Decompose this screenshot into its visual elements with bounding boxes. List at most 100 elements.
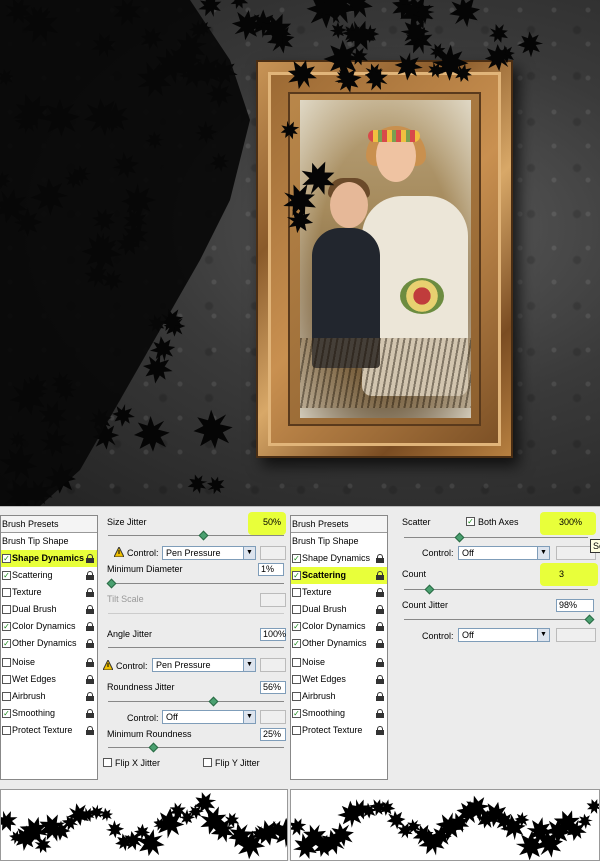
- lock-icon[interactable]: [376, 622, 384, 631]
- checkbox[interactable]: ✓: [2, 571, 11, 580]
- checkbox[interactable]: [2, 658, 11, 667]
- lock-icon[interactable]: [86, 622, 94, 631]
- brush-option-shape-dynamics[interactable]: ✓ Shape Dynamics: [1, 550, 97, 567]
- lock-icon[interactable]: [376, 639, 384, 648]
- flip-x-checkbox[interactable]: [103, 758, 112, 767]
- brush-option-wet-edges[interactable]: Wet Edges: [1, 671, 97, 688]
- brush-tip-shape-item[interactable]: Brush Tip Shape: [291, 533, 387, 550]
- lock-icon[interactable]: [376, 709, 384, 718]
- checkbox[interactable]: ✓: [2, 622, 11, 631]
- brush-presets-item[interactable]: Brush Presets: [291, 516, 387, 533]
- checkbox[interactable]: ✓: [2, 639, 11, 648]
- brush-option-dual-brush[interactable]: Dual Brush: [291, 601, 387, 618]
- checkbox[interactable]: ✓: [292, 571, 301, 580]
- brush-option-dual-brush[interactable]: Dual Brush: [1, 601, 97, 618]
- checkbox[interactable]: ✓: [2, 709, 11, 718]
- both-axes-checkbox[interactable]: ✓: [466, 517, 475, 526]
- lock-icon[interactable]: [376, 605, 384, 614]
- min-diameter-value[interactable]: 1%: [258, 563, 284, 576]
- lock-icon[interactable]: [376, 675, 384, 684]
- lock-icon[interactable]: [376, 692, 384, 701]
- count-value[interactable]: 3: [556, 568, 594, 581]
- scatter-slider[interactable]: [404, 537, 588, 538]
- checkbox[interactable]: [292, 588, 301, 597]
- brush-option-airbrush[interactable]: Airbrush: [291, 688, 387, 705]
- brush-option-airbrush[interactable]: Airbrush: [1, 688, 97, 705]
- slider-thumb[interactable]: [198, 530, 209, 541]
- lock-icon[interactable]: [86, 571, 94, 580]
- lock-icon[interactable]: [86, 605, 94, 614]
- checkbox[interactable]: [292, 675, 301, 684]
- control-select-2[interactable]: Pen Pressure ▼: [152, 658, 256, 672]
- brush-option-texture[interactable]: Texture: [291, 584, 387, 601]
- slider-thumb[interactable]: [424, 584, 435, 595]
- brush-option-wet-edges[interactable]: Wet Edges: [291, 671, 387, 688]
- control-select-2[interactable]: Off ▼: [458, 628, 550, 642]
- angle-jitter-slider[interactable]: [108, 647, 284, 648]
- count-jitter-value[interactable]: 98%: [556, 599, 594, 612]
- brush-option-scattering[interactable]: ✓ Scattering: [1, 567, 97, 584]
- brush-option-other-dynamics[interactable]: ✓ Other Dynamics: [291, 635, 387, 652]
- slider-thumb[interactable]: [106, 578, 117, 589]
- control-select-1[interactable]: Off ▼: [458, 546, 550, 560]
- lock-icon[interactable]: [376, 554, 384, 563]
- count-jitter-slider[interactable]: [404, 619, 588, 620]
- min-diameter-slider[interactable]: [108, 583, 284, 584]
- checkbox[interactable]: [292, 726, 301, 735]
- brush-option-smoothing[interactable]: ✓ Smoothing: [291, 705, 387, 722]
- slider-thumb[interactable]: [584, 614, 595, 625]
- brush-option-protect-texture[interactable]: Protect Texture: [1, 722, 97, 739]
- brush-presets-item[interactable]: Brush Presets: [1, 516, 97, 533]
- checkbox[interactable]: [2, 726, 11, 735]
- brush-tip-shape-item[interactable]: Brush Tip Shape: [1, 533, 97, 550]
- brush-option-noise[interactable]: Noise: [291, 654, 387, 671]
- brush-option-texture[interactable]: Texture: [1, 584, 97, 601]
- lock-icon[interactable]: [86, 588, 94, 597]
- lock-icon[interactable]: [376, 726, 384, 735]
- brush-option-shape-dynamics[interactable]: ✓ Shape Dynamics: [291, 550, 387, 567]
- checkbox[interactable]: ✓: [292, 709, 301, 718]
- lock-icon[interactable]: [86, 658, 94, 667]
- checkbox[interactable]: ✓: [292, 639, 301, 648]
- size-jitter-value[interactable]: 50%: [260, 516, 286, 529]
- checkbox[interactable]: [2, 675, 11, 684]
- slider-thumb[interactable]: [454, 532, 465, 543]
- scatter-value[interactable]: 300%: [556, 516, 592, 529]
- min-roundness-slider[interactable]: [108, 747, 284, 748]
- control-select-1[interactable]: Pen Pressure ▼: [162, 546, 256, 560]
- roundness-jitter-value[interactable]: 56%: [260, 681, 286, 694]
- angle-jitter-value[interactable]: 100%: [260, 628, 286, 641]
- size-jitter-slider[interactable]: [108, 535, 284, 536]
- flip-y-checkbox[interactable]: [203, 758, 212, 767]
- slider-thumb[interactable]: [148, 742, 159, 753]
- checkbox[interactable]: [292, 658, 301, 667]
- checkbox[interactable]: [2, 605, 11, 614]
- slider-thumb[interactable]: [208, 696, 219, 707]
- control-select-3[interactable]: Off ▼: [162, 710, 256, 724]
- checkbox[interactable]: [2, 692, 11, 701]
- checkbox[interactable]: ✓: [2, 554, 11, 563]
- lock-icon[interactable]: [86, 692, 94, 701]
- brush-option-color-dynamics[interactable]: ✓ Color Dynamics: [1, 618, 97, 635]
- brush-option-other-dynamics[interactable]: ✓ Other Dynamics: [1, 635, 97, 652]
- lock-icon[interactable]: [376, 588, 384, 597]
- checkbox[interactable]: ✓: [292, 554, 301, 563]
- lock-icon[interactable]: [86, 554, 94, 563]
- lock-icon[interactable]: [376, 571, 384, 580]
- roundness-jitter-slider[interactable]: [108, 701, 284, 702]
- checkbox[interactable]: [292, 605, 301, 614]
- lock-icon[interactable]: [86, 639, 94, 648]
- brush-option-scattering[interactable]: ✓ Scattering: [291, 567, 387, 584]
- checkbox[interactable]: [292, 692, 301, 701]
- lock-icon[interactable]: [86, 675, 94, 684]
- checkbox[interactable]: [2, 588, 11, 597]
- lock-icon[interactable]: [86, 726, 94, 735]
- lock-icon[interactable]: [376, 658, 384, 667]
- brush-option-color-dynamics[interactable]: ✓ Color Dynamics: [291, 618, 387, 635]
- min-roundness-value[interactable]: 25%: [260, 728, 286, 741]
- checkbox[interactable]: ✓: [292, 622, 301, 631]
- lock-icon[interactable]: [86, 709, 94, 718]
- brush-option-smoothing[interactable]: ✓ Smoothing: [1, 705, 97, 722]
- brush-option-noise[interactable]: Noise: [1, 654, 97, 671]
- brush-option-protect-texture[interactable]: Protect Texture: [291, 722, 387, 739]
